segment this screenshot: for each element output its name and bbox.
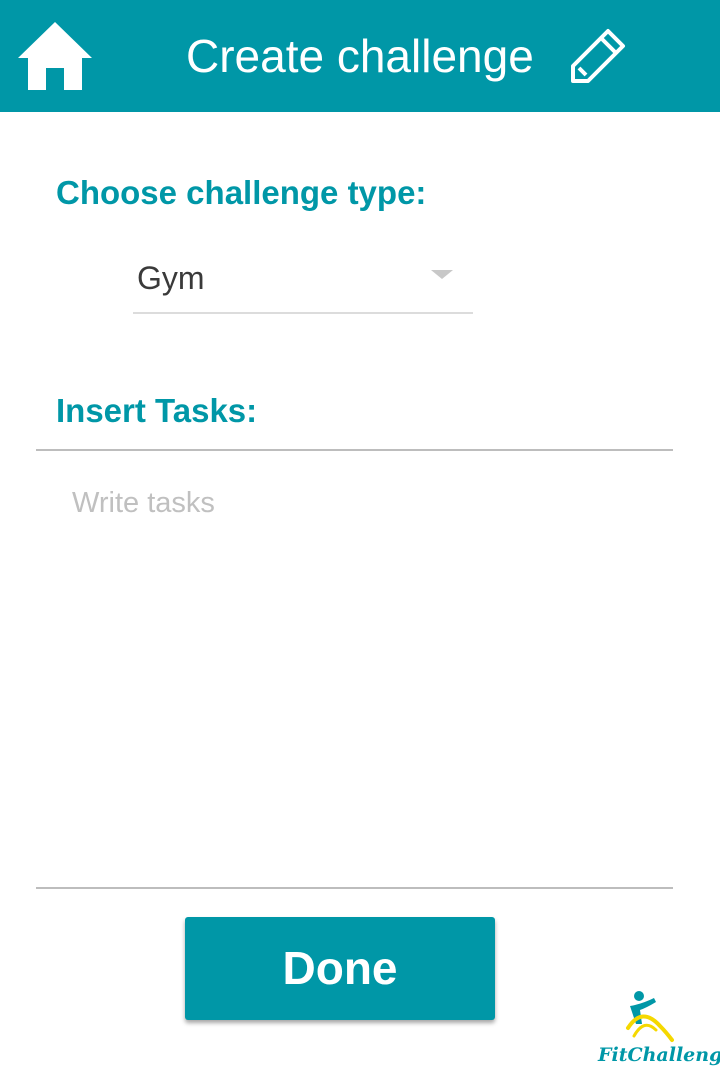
home-icon[interactable] <box>16 20 94 92</box>
dropdown-arrow-icon <box>431 270 453 279</box>
done-button[interactable]: Done <box>185 917 495 1020</box>
fitchallenger-logo: FitChallenger <box>598 988 720 1072</box>
challenge-type-dropdown[interactable]: Gym <box>133 250 473 314</box>
pencil-icon[interactable] <box>568 26 628 86</box>
challenge-type-selected: Gym <box>137 260 205 296</box>
insert-tasks-label: Insert Tasks: <box>56 392 258 429</box>
app-header: Create challenge <box>0 0 720 112</box>
tasks-input[interactable]: Write tasks <box>36 449 673 889</box>
logo-text: FitChallenger <box>598 1044 720 1066</box>
page-title: Create challenge <box>186 30 534 82</box>
runner-logo-icon <box>626 991 674 1042</box>
tasks-placeholder: Write tasks <box>72 487 215 519</box>
challenge-type-label: Choose challenge type: <box>56 174 427 211</box>
